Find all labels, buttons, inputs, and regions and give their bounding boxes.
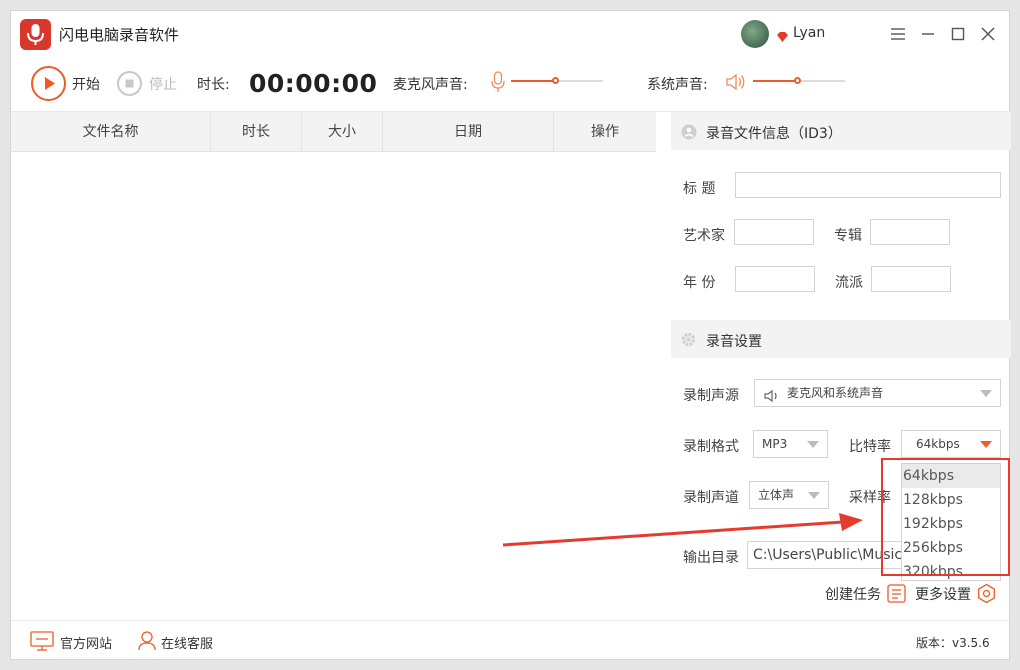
mic-slider-knob[interactable]: [552, 77, 559, 84]
settings-section-title: 录音设置: [706, 334, 762, 350]
system-slider-knob[interactable]: [794, 77, 801, 84]
year-input[interactable]: [735, 266, 815, 292]
speaker-small-icon: [764, 386, 780, 406]
genre-label: 流派: [835, 275, 863, 291]
maximize-icon[interactable]: [948, 24, 968, 44]
online-support-link[interactable]: 在线客服: [161, 633, 213, 652]
system-volume-label: 系统声音:: [647, 77, 708, 93]
bitrate-value: 64kbps: [916, 437, 960, 451]
menu-icon[interactable]: [888, 24, 908, 44]
format-select[interactable]: MP3: [753, 430, 828, 458]
chevron-down-icon: [808, 492, 820, 499]
duration-label: 时长:: [197, 77, 230, 93]
id3-section-header: 录音文件信息（ID3）: [671, 112, 1011, 150]
artist-label: 艺术家: [683, 228, 725, 244]
timer-display: 00:00:00: [249, 69, 378, 98]
stop-button[interactable]: [117, 71, 142, 96]
annotation-arrow: [502, 513, 863, 547]
info-icon: [681, 124, 697, 144]
website-monitor-icon[interactable]: [30, 631, 54, 655]
genre-input[interactable]: [871, 266, 951, 292]
annotation-highlight-box: [881, 458, 1010, 576]
bitrate-label: 比特率: [849, 439, 891, 455]
id3-title-input[interactable]: [735, 172, 1001, 198]
speaker-icon: [725, 72, 747, 96]
username[interactable]: Lyan: [793, 25, 825, 41]
task-list-icon[interactable]: [887, 584, 906, 607]
year-label: 年 份: [683, 275, 716, 291]
version-label: 版本：v3.5.6: [916, 636, 990, 650]
mic-volume-label: 麦克风声音:: [393, 77, 468, 93]
more-settings-icon[interactable]: [976, 583, 997, 608]
create-task-label[interactable]: 创建任务: [825, 584, 881, 604]
gear-icon: [680, 331, 697, 352]
system-slider-fill: [753, 80, 799, 82]
app-window: 闪电电脑录音软件 Lyan 开始 停止 时长: 00:00:00 麦克风声音:: [10, 10, 1011, 660]
bitrate-select[interactable]: 64kbps: [901, 430, 1001, 458]
source-value: 麦克风和系统声音: [787, 386, 884, 400]
official-website-link[interactable]: 官方网站: [60, 633, 112, 652]
chevron-down-icon: [980, 390, 992, 397]
id3-section-title: 录音文件信息（ID3）: [706, 126, 842, 142]
chevron-down-icon: [980, 441, 992, 448]
album-label: 专辑: [834, 228, 862, 244]
format-label: 录制格式: [683, 439, 739, 455]
channel-value: 立体声: [758, 488, 795, 502]
microphone-icon: [490, 71, 506, 97]
stop-label[interactable]: 停止: [149, 74, 177, 94]
more-settings-label[interactable]: 更多设置: [915, 584, 971, 604]
app-logo-icon: [20, 19, 51, 50]
user-avatar[interactable]: [741, 20, 769, 48]
file-table-header: 文件名称 时长 大小 日期 操作: [11, 112, 656, 152]
start-button[interactable]: [31, 66, 66, 101]
vip-diamond-icon: [776, 28, 789, 47]
mic-slider-fill: [511, 80, 557, 82]
artist-input[interactable]: [734, 219, 814, 245]
minimize-icon[interactable]: [918, 24, 938, 44]
app-title: 闪电电脑录音软件: [59, 26, 180, 44]
chevron-down-icon: [807, 441, 819, 448]
settings-section-header: 录音设置: [671, 320, 1011, 358]
customer-service-icon[interactable]: [137, 630, 157, 655]
footer-divider: [11, 620, 1011, 621]
source-label: 录制声源: [683, 388, 739, 404]
mic-volume-slider[interactable]: [511, 75, 603, 87]
format-value: MP3: [762, 437, 788, 451]
column-duration[interactable]: 时长: [211, 112, 302, 152]
start-label[interactable]: 开始: [72, 74, 100, 94]
source-select[interactable]: 麦克风和系统声音: [754, 379, 1001, 407]
column-size[interactable]: 大小: [302, 112, 383, 152]
column-filename[interactable]: 文件名称: [11, 112, 211, 152]
system-volume-slider[interactable]: [753, 75, 845, 87]
title-label: 标 题: [683, 181, 716, 197]
column-actions[interactable]: 操作: [554, 112, 656, 152]
close-icon[interactable]: [978, 24, 998, 44]
column-date[interactable]: 日期: [383, 112, 554, 152]
title-bar: 闪电电脑录音软件 Lyan: [11, 11, 1011, 57]
album-input[interactable]: [870, 219, 950, 245]
